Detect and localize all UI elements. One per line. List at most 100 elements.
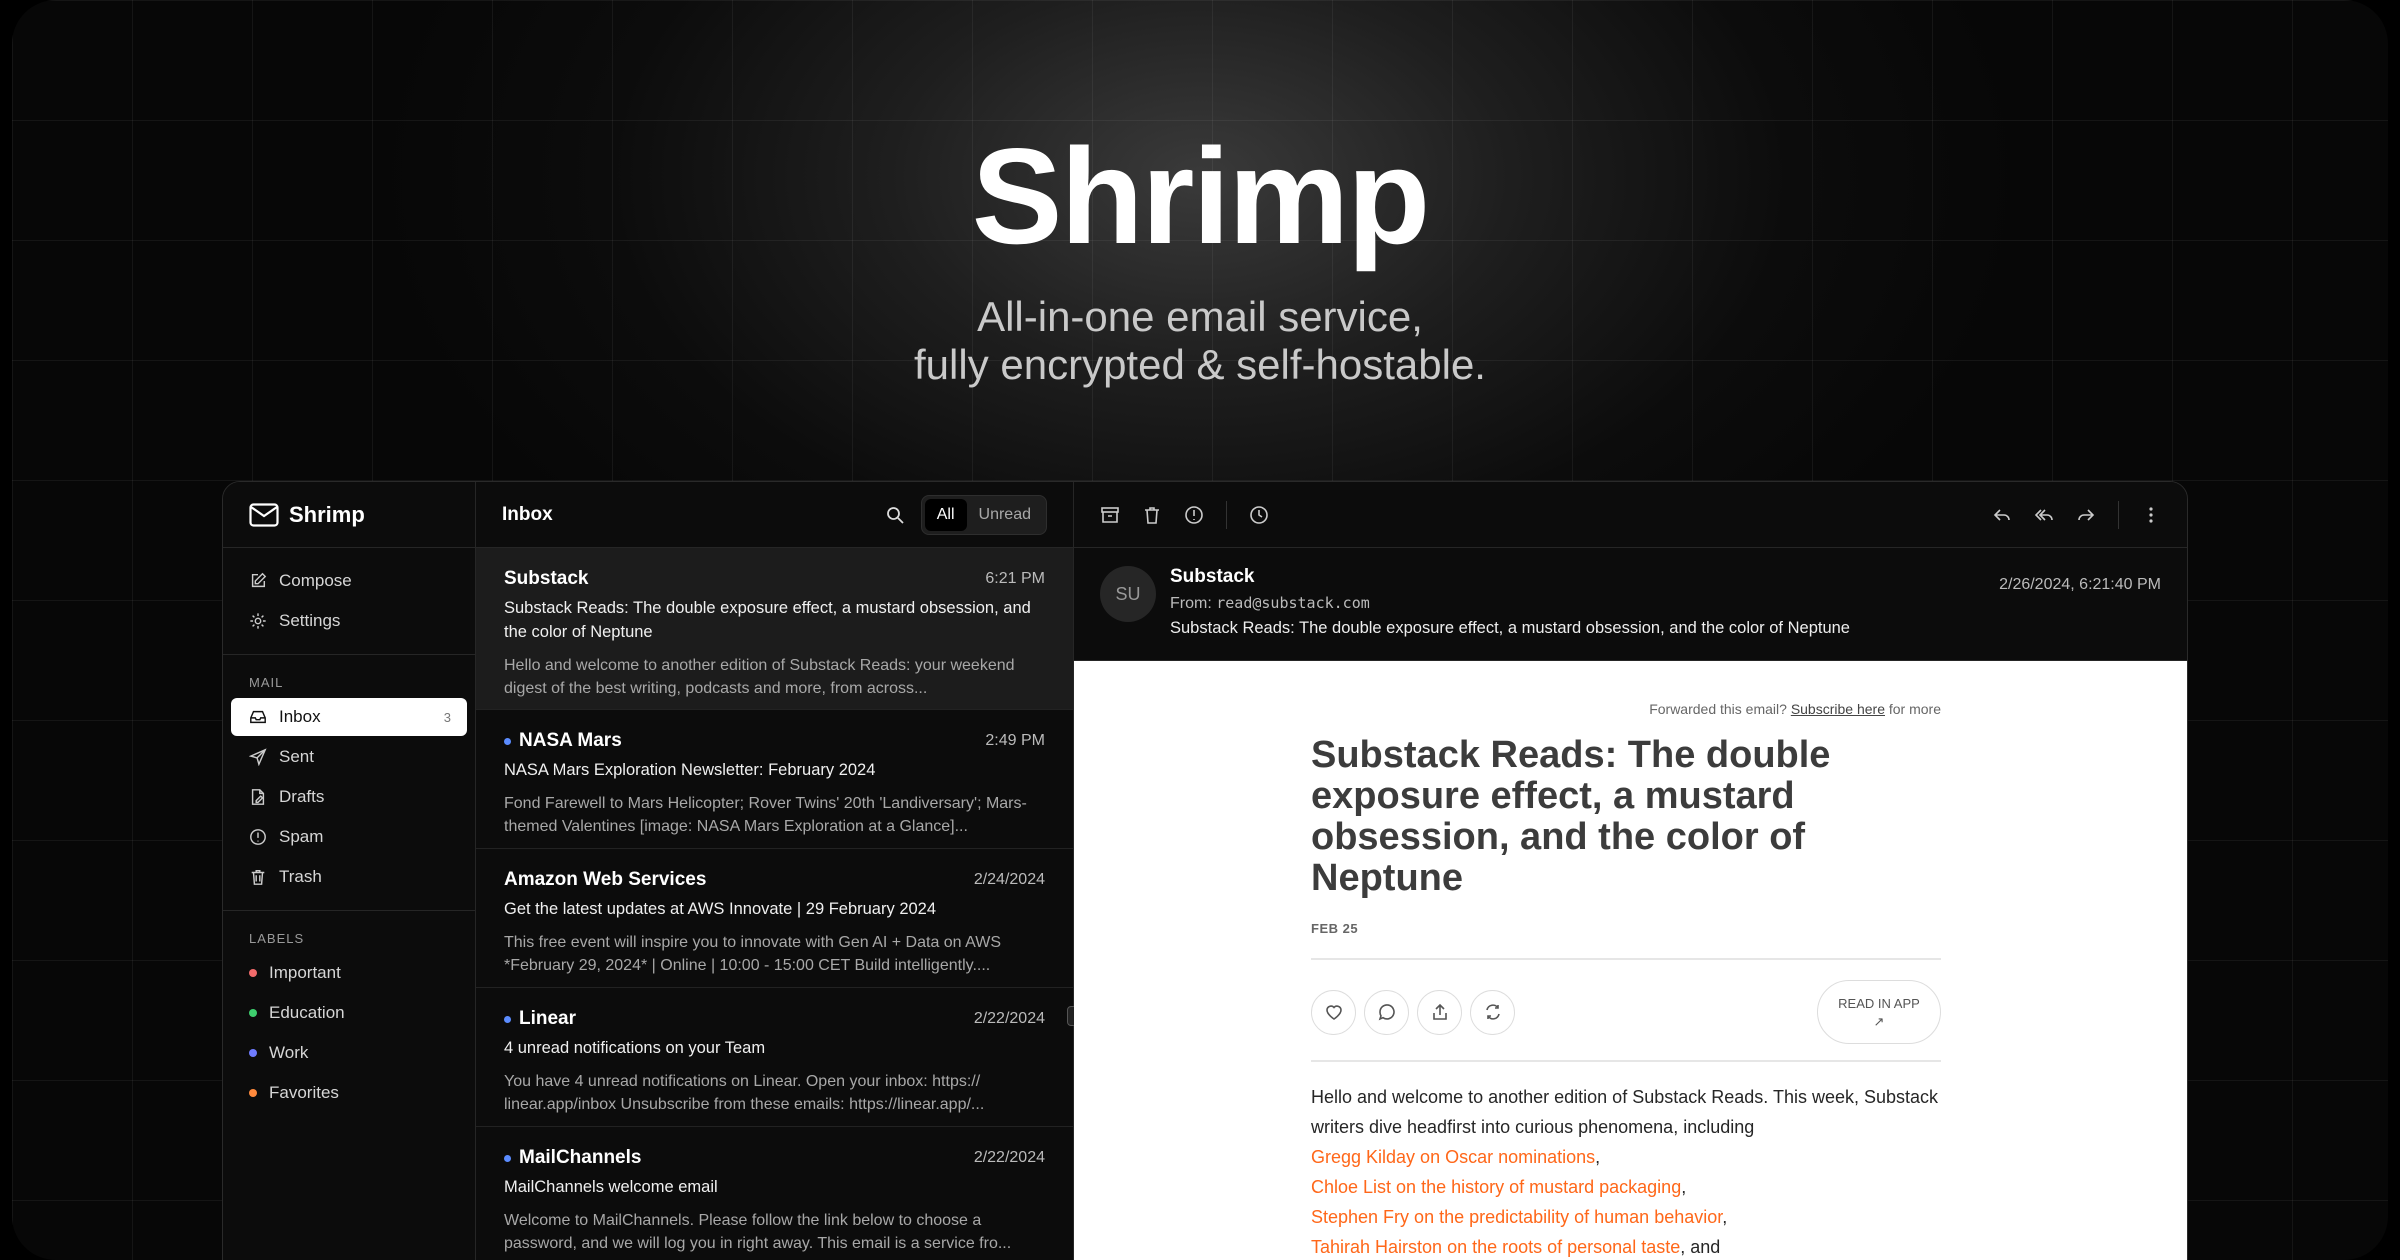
message-date: 2/26/2024, 6:21:40 PM (1999, 576, 2161, 593)
email-preview: Hello and welcome to another edition of … (504, 657, 1015, 697)
share-button[interactable] (1417, 989, 1462, 1035)
filter-toggle: All Unread (920, 494, 1047, 535)
email-content: Forwarded this email? Subscribe here for… (1311, 701, 1941, 1260)
search-icon[interactable] (885, 505, 905, 525)
label-education[interactable]: Education (231, 994, 467, 1032)
email-subject: 4 unread notifications on your Team (504, 1039, 766, 1057)
email-sender-wrap: NASA Mars (504, 730, 622, 752)
brand-name: Shrimp (289, 501, 365, 527)
email-subject: NASA Mars Exploration Newsletter: Februa… (504, 761, 876, 779)
label-dot (249, 1049, 257, 1057)
share-icon (1432, 1003, 1447, 1020)
filter-unread[interactable]: Unread (967, 499, 1043, 531)
reply-all-icon[interactable] (2034, 505, 2054, 525)
sidebar-item-spam[interactable]: Spam (231, 818, 467, 856)
article-link[interactable]: Gregg Kilday on Oscar nominations (1311, 1147, 1595, 1167)
divider (1311, 958, 1941, 960)
email-subject: Substack Reads: The double exposure effe… (504, 599, 1031, 641)
mail-folders: MAIL Inbox 3 Sent Drafts Spam Trash (223, 655, 475, 911)
intro-text: Hello and welcome to another edition of … (1311, 1087, 1939, 1137)
from-label: From: (1170, 595, 1212, 612)
email-preview: This free event will inspire you to inno… (504, 934, 1001, 974)
label-favorites[interactable]: Favorites (231, 1074, 467, 1112)
post-actions: READ IN APP ↗ (1311, 980, 1941, 1044)
email-sender: Substack (504, 568, 589, 589)
email-preview: You have 4 unread notifications on Linea… (504, 1073, 985, 1113)
trash-icon[interactable] (1142, 505, 1162, 525)
email-sender: Amazon Web Services (504, 869, 707, 890)
list-item[interactable]: NASA Mars 2:49 PM NASA Mars Exploration … (476, 710, 1073, 849)
list-item[interactable]: MailChannels 2/22/2024 MailChannels welc… (476, 1127, 1073, 1260)
email-sender-wrap: MailChannels (504, 1147, 641, 1169)
email-sender: Linear (519, 1008, 577, 1029)
spam-icon[interactable] (1184, 505, 1204, 525)
email-time: 2/24/2024 (973, 871, 1045, 888)
list-header: Inbox All Unread (476, 482, 1073, 548)
compose-button[interactable]: Compose (231, 562, 467, 600)
forwarded-note: Forwarded this email? Subscribe here for… (1311, 701, 1941, 717)
list-tools: All Unread (885, 494, 1047, 535)
reader-pane: SU Substack From: read@substack.com Subs… (1074, 482, 2187, 1260)
list-item[interactable]: Substack 6:21 PM Substack Reads: The dou… (476, 548, 1073, 710)
article-link[interactable]: Stephen Fry on the predictability of hum… (1311, 1207, 1722, 1227)
comment-button[interactable] (1364, 989, 1409, 1035)
read-in-app-button[interactable]: READ IN APP ↗ (1817, 980, 1941, 1044)
article-link[interactable]: Tahirah Hairston on the roots of persona… (1311, 1237, 1680, 1257)
toolbar-divider (2118, 500, 2119, 529)
forwarded-prefix: Forwarded this email? (1649, 701, 1787, 717)
email-title: Substack Reads: The double exposure effe… (1311, 734, 1831, 899)
email-paragraph: Hello and welcome to another edition of … (1311, 1082, 1941, 1260)
sidebar-item-label: Spam (279, 827, 324, 846)
restack-button[interactable] (1470, 989, 1515, 1035)
email-time: 2/22/2024 (973, 1149, 1045, 1166)
sidebar: Shrimp Compose Settings MAIL Inbox 3 Sen… (223, 482, 476, 1260)
forward-icon[interactable] (2076, 505, 2096, 525)
message-from: From: read@substack.com (1170, 594, 1850, 613)
label-dot (249, 969, 257, 977)
email-date: FEB 25 (1311, 921, 1359, 936)
sidebar-item-inbox[interactable]: Inbox 3 (231, 698, 467, 736)
comment-icon (1378, 1004, 1395, 1021)
label-work[interactable]: Work (231, 1034, 467, 1072)
label-text: Important (269, 963, 341, 982)
label-important[interactable]: Important (231, 954, 467, 992)
email-time: 2:49 PM (985, 732, 1045, 749)
reply-icon[interactable] (1992, 505, 2012, 525)
sidebar-item-label: Inbox (279, 707, 321, 726)
article-link[interactable]: Chloe List on the history of mustard pac… (1311, 1177, 1681, 1197)
email-time: 2/22/2024 (973, 1010, 1045, 1027)
like-button[interactable] (1311, 989, 1356, 1035)
message-meta: Substack From: read@substack.com Substac… (1170, 566, 1850, 642)
more-vertical-icon[interactable] (2141, 505, 2161, 525)
spam-icon (250, 829, 266, 845)
archive-icon[interactable] (1100, 505, 1120, 525)
avatar: SU (1100, 566, 1156, 622)
settings-button[interactable]: Settings (231, 602, 467, 640)
list-item[interactable]: Linear 2/22/2024 4 unread notifications … (476, 988, 1073, 1127)
clock-icon[interactable] (1249, 505, 1269, 525)
email-sender-wrap: Linear (504, 1008, 576, 1030)
drafts-icon (251, 789, 265, 805)
sidebar-item-trash[interactable]: Trash (231, 858, 467, 896)
restack-icon (1485, 1004, 1500, 1020)
toolbar-divider (1226, 500, 1227, 529)
message-header: SU Substack From: read@substack.com Subs… (1074, 548, 2187, 661)
unread-dot (504, 1154, 511, 1162)
app-window: Shrimp Compose Settings MAIL Inbox 3 Sen… (222, 481, 2188, 1260)
email-preview: Welcome to MailChannels. Please follow t… (504, 1212, 1012, 1252)
divider (1311, 1060, 1941, 1062)
sidebar-item-sent[interactable]: Sent (231, 738, 467, 776)
hero-subtitle-line-1: All-in-one email service, (977, 293, 1423, 340)
sidebar-item-drafts[interactable]: Drafts (231, 778, 467, 816)
subscribe-link[interactable]: Subscribe here (1791, 701, 1885, 717)
brand[interactable]: Shrimp (223, 482, 475, 548)
filter-all[interactable]: All (924, 498, 967, 531)
from-address[interactable]: read@substack.com (1216, 594, 1370, 612)
link-separator: , and (1680, 1237, 1721, 1257)
email-subject: MailChannels welcome email (504, 1178, 718, 1196)
sidebar-item-label: Drafts (279, 787, 325, 806)
unread-dot (504, 1015, 511, 1023)
label-dot (249, 1089, 257, 1097)
external-arrow-icon: ↗ (1873, 1014, 1885, 1029)
list-item[interactable]: Amazon Web Services 2/24/2024 Get the la… (476, 849, 1073, 988)
